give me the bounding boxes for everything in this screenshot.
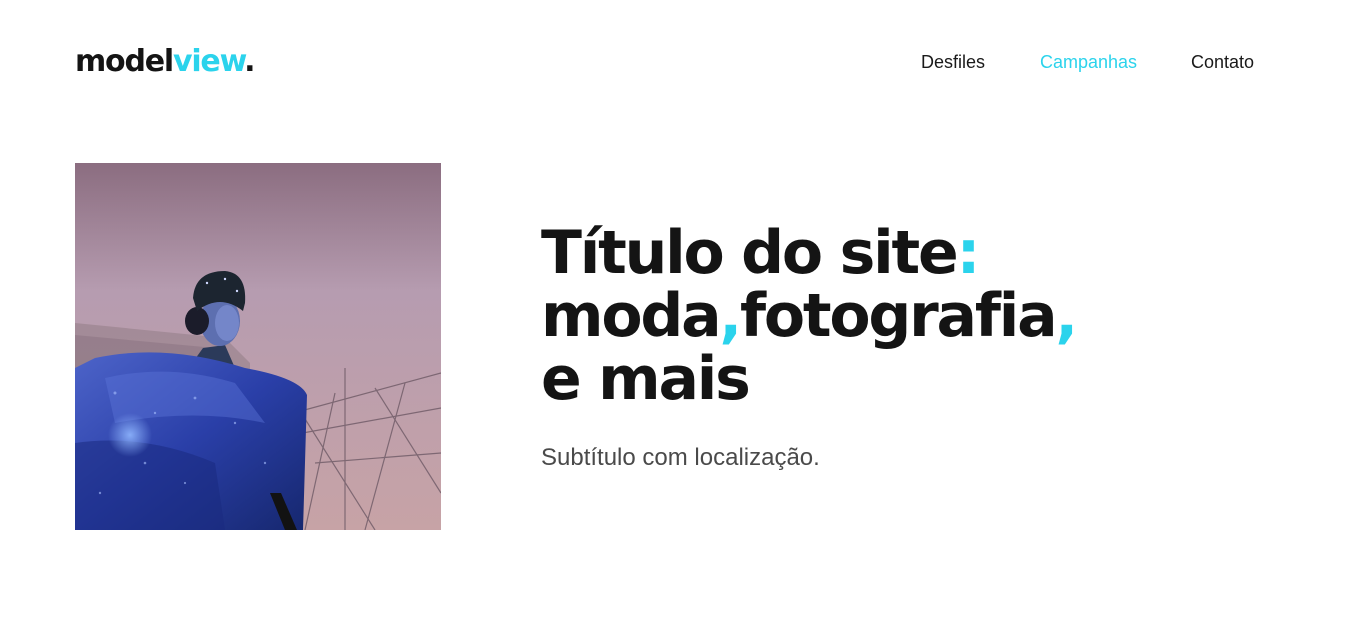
- hero-title-text-3: e mais: [541, 344, 751, 414]
- hero-title-text-2a: moda: [541, 281, 722, 351]
- hero-image: [75, 163, 441, 530]
- nav-link-contato[interactable]: Contato: [1191, 50, 1254, 74]
- hero-subtitle: Subtítulo com localização.: [541, 444, 820, 471]
- title-colon-accent: :: [956, 218, 980, 288]
- main-nav: Desfiles Campanhas Contato: [0, 50, 1349, 74]
- nav-link-campanhas[interactable]: Campanhas: [1040, 50, 1137, 74]
- hero-title-line-1: Título do site:: [541, 222, 1076, 285]
- hero-title-text-1: Título do site: [541, 218, 959, 288]
- site-header: modelview. Desfiles Campanhas Contato: [0, 0, 1349, 120]
- hero-title-line-2: moda,fotografia,: [541, 285, 1078, 348]
- nav-link-desfiles[interactable]: Desfiles: [921, 50, 985, 74]
- hero-title: Título do site: moda,fotografia, e mais: [541, 222, 1078, 411]
- title-comma-accent-2: ,: [1055, 281, 1078, 351]
- hero-title-text-2b: fotografia: [739, 281, 1058, 351]
- hero-title-line-3: e mais: [541, 348, 1076, 411]
- title-comma-accent-1: ,: [719, 281, 742, 351]
